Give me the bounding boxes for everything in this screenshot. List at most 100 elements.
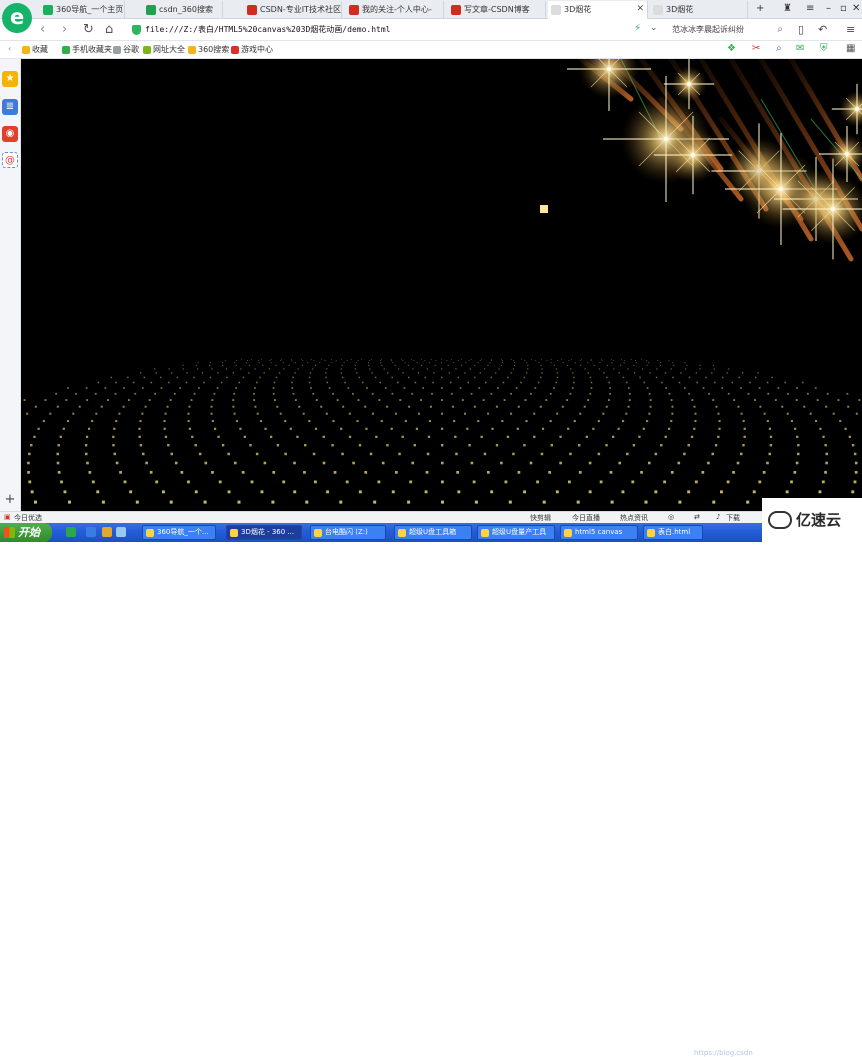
- floor-dot: [127, 376, 129, 379]
- minimize-icon[interactable]: –: [826, 3, 831, 14]
- floor-dot: [347, 387, 350, 389]
- forward-icon[interactable]: ›: [62, 22, 67, 37]
- task-usb-drive[interactable]: 台电酷闪 (Z:): [310, 525, 386, 540]
- undo-icon[interactable]: ↶: [818, 23, 827, 36]
- floor-dot: [56, 461, 60, 465]
- dropdown-icon[interactable]: ⌄: [650, 23, 658, 33]
- quicklaunch-app-icon[interactable]: [116, 527, 126, 537]
- floor-dot: [541, 368, 543, 370]
- bookmarks-toggle-icon[interactable]: ‹: [2, 44, 11, 53]
- floor-dot: [254, 387, 256, 389]
- quicklaunch-ie-icon[interactable]: [86, 527, 96, 537]
- start-button[interactable]: 开始: [0, 523, 52, 542]
- shield-icon[interactable]: ⛨: [820, 43, 828, 54]
- task-3d-fireworks[interactable]: 3D烟花 - 360 ...: [226, 525, 302, 540]
- refresh-icon[interactable]: ↻: [83, 22, 94, 37]
- fireworks-canvas[interactable]: [21, 59, 862, 511]
- tab-360-nav[interactable]: 360导航_一个主页: [40, 1, 125, 19]
- favorites-star-icon[interactable]: ★: [2, 71, 18, 87]
- email-icon[interactable]: @: [2, 152, 18, 168]
- taskbar: 开始 360导航_一个... 3D烟花 - 360 ... 台电酷闪 (Z:) …: [0, 523, 862, 1057]
- more-icon[interactable]: ≡: [846, 23, 855, 36]
- reading-list-icon[interactable]: ≣: [2, 99, 18, 115]
- task-love-html[interactable]: 表白.html: [643, 525, 703, 540]
- floor-dot: [173, 392, 176, 395]
- status-speed-icon[interactable]: ⇄: [694, 513, 700, 521]
- extension-icon[interactable]: ❖: [727, 43, 736, 54]
- status-tool-icon[interactable]: ◎: [668, 513, 674, 521]
- floor-dot: [535, 360, 537, 361]
- floor-dot: [477, 362, 479, 364]
- status-download[interactable]: 下载: [726, 513, 740, 523]
- status-sound-icon[interactable]: ♪: [716, 513, 720, 521]
- floor-dot: [301, 359, 302, 360]
- close-window-icon[interactable]: ✕: [852, 3, 860, 14]
- task-usb-tool[interactable]: 超级U盘量产工具: [477, 525, 555, 540]
- close-tab-icon[interactable]: ✕: [636, 4, 644, 14]
- maximize-icon[interactable]: ▫: [840, 3, 847, 14]
- status-news[interactable]: 热点资讯: [620, 513, 648, 523]
- find-icon[interactable]: ⌕: [776, 43, 782, 54]
- tab-csdn-home[interactable]: CSDN-专业IT技术社区: [244, 1, 342, 19]
- floor-dot: [209, 376, 212, 379]
- status-live[interactable]: 今日直播: [572, 513, 600, 523]
- floor-dot: [141, 387, 144, 389]
- tab-3d-fireworks[interactable]: 3D烟花: [650, 1, 748, 19]
- bookmark-google[interactable]: 谷歌: [113, 44, 139, 55]
- menu-icon[interactable]: ≡: [806, 3, 814, 14]
- floor-dot: [555, 368, 558, 370]
- floor-dot: [713, 368, 715, 370]
- bookmark-favorites[interactable]: 收藏: [22, 44, 48, 55]
- task-usb-toolbox[interactable]: 超级U盘工具箱: [394, 525, 472, 540]
- floor-dot: [597, 420, 600, 423]
- tab-csdn-search[interactable]: csdn_360搜索: [143, 1, 223, 19]
- floor-dot: [122, 405, 125, 408]
- quicklaunch-folder-icon[interactable]: [102, 527, 112, 537]
- chat-icon[interactable]: ✉: [796, 43, 804, 54]
- address-bar[interactable]: file:///Z:/表白/HTML5%20canvas%203D烟花动画/de…: [131, 22, 661, 38]
- floor-dot: [608, 381, 610, 384]
- weibo-icon[interactable]: ◉: [2, 126, 18, 142]
- bookmark-site-directory[interactable]: 网址大全: [143, 44, 185, 55]
- status-recommend[interactable]: 今日优选: [14, 513, 42, 523]
- floor-dot: [712, 500, 716, 504]
- floor-dot: [774, 399, 777, 401]
- floor-dot: [648, 392, 651, 395]
- tab-write-article[interactable]: 写文章-CSDN博客: [448, 1, 546, 19]
- tab-my-follow[interactable]: 我的关注-个人中心-: [346, 1, 444, 19]
- search-box[interactable]: 范冰冰李晨起诉纠纷 ⌕: [667, 22, 787, 38]
- floor-dot: [441, 412, 443, 415]
- floor-dot: [803, 405, 806, 408]
- tab-3d-fireworks-active[interactable]: 3D烟花 ✕: [548, 1, 648, 19]
- floor-dot: [203, 381, 205, 384]
- floor-dot: [478, 387, 481, 389]
- floor-dot: [683, 452, 686, 456]
- add-sidebar-icon[interactable]: +: [2, 492, 18, 508]
- floor-dot: [495, 372, 497, 374]
- scissors-icon[interactable]: ✂: [752, 43, 760, 54]
- search-icon[interactable]: ⌕: [777, 22, 783, 38]
- floor-dot: [49, 412, 52, 415]
- floor-dot: [253, 392, 255, 395]
- floor-dot: [517, 405, 520, 408]
- floor-dot: [211, 420, 214, 423]
- quicklaunch-360-icon[interactable]: [66, 527, 76, 537]
- home-icon[interactable]: ⌂: [105, 22, 113, 37]
- floor-dot: [375, 435, 378, 438]
- apps-grid-icon[interactable]: ▦: [846, 43, 855, 54]
- mobile-icon[interactable]: ▯: [798, 23, 804, 36]
- bookmark-mobile-favorites[interactable]: 手机收藏夹: [62, 44, 112, 55]
- browser-logo-icon[interactable]: e: [2, 3, 32, 33]
- skin-icon[interactable]: ♜: [783, 3, 792, 14]
- floor-dot: [793, 471, 797, 474]
- task-html5-canvas[interactable]: html5 canvas: [560, 525, 638, 540]
- floor-dot: [115, 420, 118, 423]
- speed-mode-icon[interactable]: ⚡: [634, 23, 641, 34]
- status-quick-edit[interactable]: 快剪辑: [530, 513, 551, 523]
- task-360-nav[interactable]: 360导航_一个...: [142, 525, 216, 540]
- new-tab-icon[interactable]: +: [756, 3, 764, 14]
- bookmark-360-search[interactable]: 360搜索: [188, 44, 229, 55]
- bookmark-game-center[interactable]: 游戏中心: [231, 44, 273, 55]
- floor-dot: [34, 405, 37, 408]
- back-icon[interactable]: ‹: [40, 22, 45, 37]
